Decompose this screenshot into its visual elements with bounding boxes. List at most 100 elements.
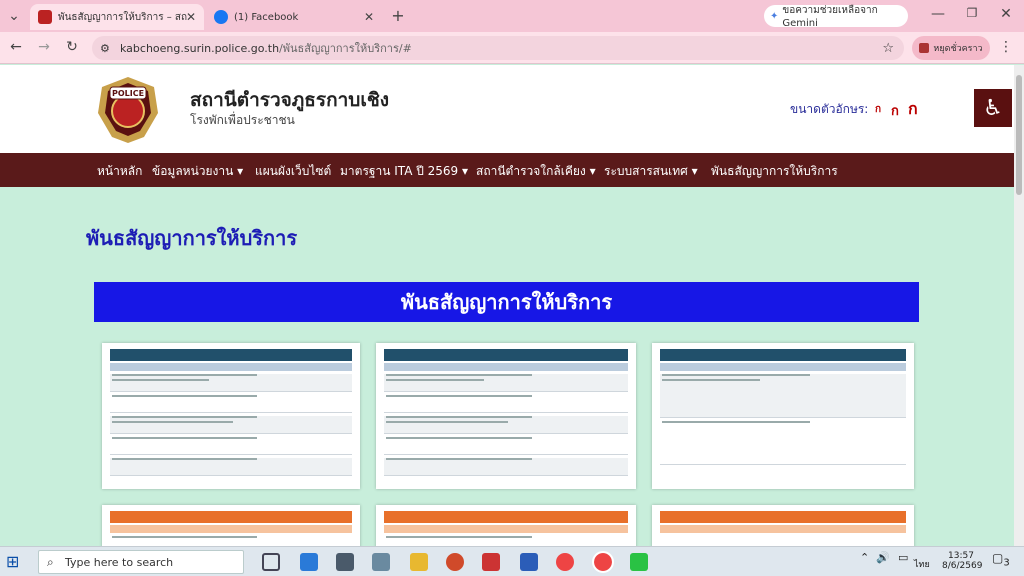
- more-menu-icon[interactable]: ⋮: [996, 39, 1016, 55]
- doc-row: [384, 458, 628, 476]
- tab-police-site[interactable]: พันธสัญญาการให้บริการ – สถานีตำร ✕: [30, 4, 204, 30]
- search-icon: ⌕: [47, 554, 54, 569]
- new-tab-button[interactable]: +: [388, 6, 408, 25]
- address-bar-row: ← → ↻ ⚙ kabchoeng.surin.police.go.th/พัน…: [0, 32, 1024, 64]
- clock[interactable]: 13:57 8/6/2569: [942, 551, 982, 571]
- clock-time: 13:57: [948, 551, 974, 561]
- nav-service-covenant[interactable]: พันธสัญญาการให้บริการ: [711, 162, 838, 181]
- bookmark-star-icon[interactable]: ☆: [882, 41, 894, 56]
- doc-header: [110, 349, 352, 361]
- close-window-icon[interactable]: ✕: [996, 6, 1016, 22]
- svg-text:POLICE: POLICE: [112, 89, 144, 98]
- volume-icon[interactable]: 🔊: [876, 551, 890, 564]
- doc-column-header: [384, 363, 628, 371]
- reload-icon[interactable]: ↻: [62, 39, 82, 55]
- site-favicon-icon: [38, 10, 52, 24]
- doc-row: [384, 437, 628, 455]
- search-placeholder: Type here to search: [65, 555, 174, 569]
- minimize-icon[interactable]: —: [928, 6, 948, 22]
- doc-row: [110, 458, 352, 476]
- tab-title: (1) Facebook: [234, 11, 299, 23]
- file-explorer-icon[interactable]: [410, 553, 428, 571]
- nav-sitemap[interactable]: แผนผังเว็บไซต์: [255, 162, 331, 181]
- windows-start-icon[interactable]: ⊞: [6, 553, 24, 571]
- task-view-icon[interactable]: [262, 553, 280, 571]
- doc-row: [110, 437, 352, 455]
- doc-header: [384, 511, 628, 523]
- doc-row: [384, 395, 628, 413]
- banner-text: พันธสัญญาการให้บริการ: [400, 290, 613, 314]
- vscode-icon[interactable]: [300, 553, 318, 571]
- nav-agency-info[interactable]: ข้อมูลหน่วยงาน ▾: [152, 162, 243, 181]
- profile-button[interactable]: หยุดชั่วคราว: [912, 36, 990, 60]
- site-header: POLICE สถานีตำรวจภูธรกาบเชิง โรงพักเพื่อ…: [0, 65, 1024, 153]
- font-size-label: ขนาดตัวอักษร:: [790, 102, 869, 116]
- forward-icon[interactable]: →: [34, 39, 54, 55]
- language-indicator[interactable]: ไทย: [914, 557, 930, 571]
- gemini-icon: ✦: [770, 10, 779, 22]
- taskbar-search-input[interactable]: ⌕ Type here to search: [38, 550, 244, 574]
- site-subtitle: โรงพักเพื่อประชาชน: [190, 113, 295, 127]
- facebook-icon: [214, 10, 228, 24]
- avatar: [919, 43, 930, 53]
- doc-header: [660, 511, 906, 523]
- nav-ita[interactable]: มาตรฐาน ITA ปี 2569 ▾: [340, 162, 468, 181]
- doc-header: [384, 349, 628, 361]
- line-icon[interactable]: [630, 553, 648, 571]
- tab-search-icon[interactable]: ⌄: [4, 8, 24, 24]
- network-icon[interactable]: ▭: [898, 551, 908, 564]
- profile-label: หยุดชั่วคราว: [933, 44, 983, 54]
- chrome-active-icon[interactable]: [592, 551, 614, 573]
- browser-tab-strip: ⌄ พันธสัญญาการให้บริการ – สถานีตำร ✕ (1)…: [0, 0, 1024, 32]
- url-path: /พันธสัญญาการให้บริการ/#: [279, 42, 412, 55]
- back-icon[interactable]: ←: [6, 39, 26, 55]
- doc-row: [110, 374, 352, 392]
- covenant-document-image[interactable]: [652, 343, 914, 489]
- font-size-large-button[interactable]: ก: [908, 97, 918, 122]
- doc-row: [110, 416, 352, 434]
- page-scrollbar[interactable]: [1014, 65, 1024, 546]
- app-icon[interactable]: [372, 553, 390, 571]
- taskbar: ⊞ ⌕ Type here to search ⌃ 🔊 ▭ ไทย 13:57 …: [0, 546, 1024, 576]
- covenant-banner: พันธสัญญาการให้บริการ: [94, 282, 919, 322]
- main-nav: หน้าหลัก ข้อมูลหน่วยงาน ▾ แผนผังเว็บไซต์…: [0, 153, 1024, 187]
- doc-header: [110, 511, 352, 523]
- doc-header: [660, 349, 906, 361]
- url-host: kabchoeng.surin.police.go.th: [120, 41, 280, 55]
- tab-facebook[interactable]: (1) Facebook ✕: [206, 4, 382, 30]
- powerpoint-icon[interactable]: [446, 553, 464, 571]
- notifications-icon[interactable]: ▢3: [992, 551, 1010, 568]
- gemini-label: ขอความช่วยเหลือจาก Gemini: [782, 5, 878, 29]
- nav-nearby-stations[interactable]: สถานีตำรวจใกล้เคียง ▾: [476, 162, 596, 181]
- police-logo[interactable]: POLICE: [88, 73, 168, 145]
- site-info-icon[interactable]: ⚙: [100, 42, 110, 55]
- nav-home[interactable]: หน้าหลัก: [97, 162, 142, 181]
- tab-title: พันธสัญญาการให้บริการ – สถานีตำร: [58, 11, 188, 23]
- doc-row: [660, 421, 906, 465]
- doc-column-header: [384, 525, 628, 533]
- close-tab-icon[interactable]: ✕: [364, 10, 374, 24]
- accessibility-icon[interactable]: ♿: [974, 89, 1012, 127]
- calculator-icon[interactable]: [336, 553, 354, 571]
- pdf-reader-icon[interactable]: [482, 553, 500, 571]
- doc-column-header: [110, 525, 352, 533]
- font-size-medium-button[interactable]: ก: [891, 100, 899, 121]
- nav-info-systems[interactable]: ระบบสารสนเทศ ▾: [604, 162, 698, 181]
- scrollbar-thumb[interactable]: [1016, 75, 1022, 195]
- chrome-icon[interactable]: [556, 553, 574, 571]
- close-tab-icon[interactable]: ✕: [186, 10, 196, 24]
- doc-row: [384, 416, 628, 434]
- covenant-document-image[interactable]: [102, 343, 360, 489]
- page-title: พันธสัญญาการให้บริการ: [86, 226, 298, 250]
- url-input[interactable]: ⚙ kabchoeng.surin.police.go.th/พันธสัญญา…: [92, 36, 904, 60]
- gemini-button[interactable]: ✦ ขอความช่วยเหลือจาก Gemini: [764, 5, 908, 29]
- doc-column-header: [660, 525, 906, 533]
- doc-row: [660, 374, 906, 418]
- tray-chevron-icon[interactable]: ⌃: [860, 551, 869, 564]
- word-icon[interactable]: [520, 553, 538, 571]
- covenant-document-image[interactable]: [376, 343, 636, 489]
- restore-icon[interactable]: ❐: [962, 6, 982, 20]
- font-size-small-button[interactable]: ก: [875, 102, 881, 117]
- doc-row: [110, 395, 352, 413]
- doc-column-header: [660, 363, 906, 371]
